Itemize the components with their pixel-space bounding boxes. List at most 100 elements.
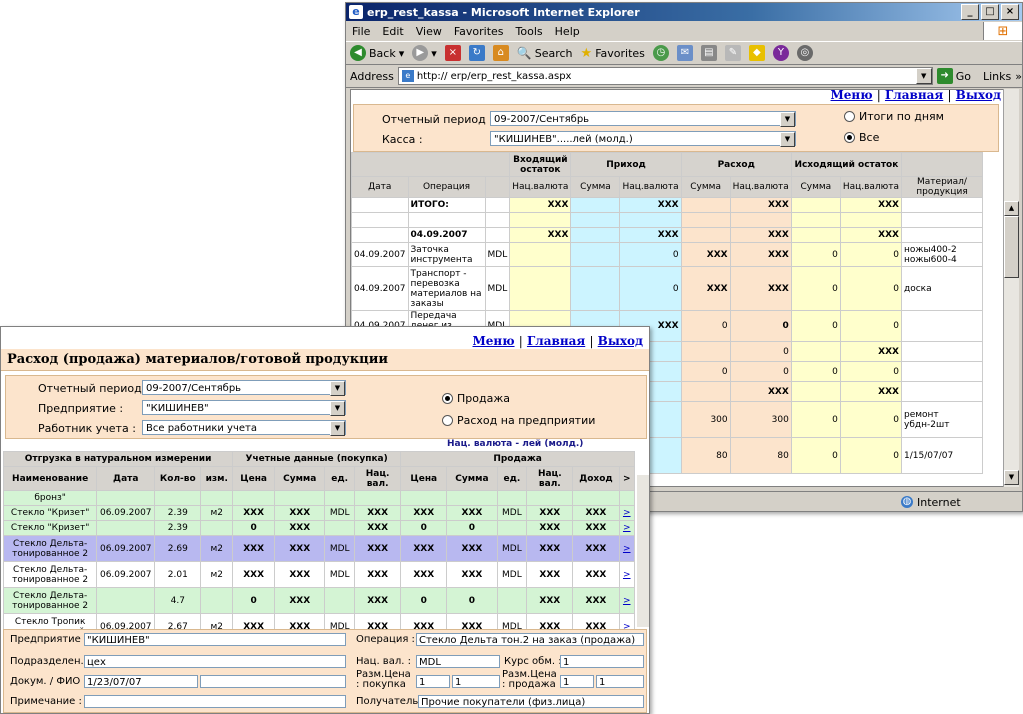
nat-cell: XXX — [354, 587, 402, 614]
sum-cell: XXX — [274, 535, 326, 562]
nav-main-link[interactable]: Главная — [527, 334, 585, 348]
detail-dim-buy-2[interactable]: 1 — [452, 675, 500, 688]
page-icon: e — [401, 70, 414, 82]
currency-cell — [496, 587, 528, 614]
refresh-icon[interactable]: ↻ — [468, 45, 485, 61]
column-header: ед. — [324, 466, 356, 491]
date-cell: 04.09.2007 — [351, 242, 409, 267]
date-cell: 04.09.2007 — [351, 266, 409, 311]
sales-vertical-scrollbar[interactable] — [637, 475, 649, 627]
row-link[interactable]: > — [618, 561, 635, 588]
research-icon[interactable]: ◎ — [796, 45, 813, 61]
menu-favorites[interactable]: Favorites — [454, 25, 504, 38]
row-link[interactable]: > — [618, 505, 635, 521]
worker-select[interactable]: Все работники учета ▼ — [142, 420, 346, 436]
menu-help[interactable]: Help — [555, 25, 580, 38]
nav-exit-link[interactable]: Выход — [956, 90, 1001, 102]
table-row[interactable]: Стекло "Кризет" 2.39 0 XXX XXX 0 0 XXX XXX > — [2, 520, 635, 536]
currency-cell: MDL — [324, 561, 356, 588]
edit-icon[interactable]: ✎ — [724, 45, 741, 61]
ie-vertical-scrollbar[interactable]: ▲ ▼ — [1003, 89, 1019, 487]
detail-operation-field[interactable]: Стекло Дельта тон.2 на заказ (продажа) — [416, 633, 644, 646]
closing-nat-cell: XXX — [839, 227, 903, 243]
nav-menu-link[interactable]: Меню — [831, 90, 873, 102]
maximize-button[interactable]: □ — [981, 4, 999, 20]
currency-cell: MDL — [324, 505, 356, 521]
expense-sum-cell: 0 — [680, 361, 731, 382]
kassa-select[interactable]: "КИШИНЕВ".....лей (молд.) ▼ — [490, 131, 796, 147]
table-row[interactable]: Стекло Дельта-тонированное 2 06.09.2007 2.… — [2, 535, 635, 562]
address-input[interactable]: e http:// erp/erp_rest_kassa.aspx ▼ — [397, 67, 933, 85]
scroll-thumb[interactable] — [1004, 216, 1019, 278]
enterprise-select[interactable]: "КИШИНЕВ" ▼ — [142, 400, 346, 416]
table-row[interactable]: 04.09.2007 Заточка инструмента MDL 0 XXX XXX 0… — [351, 242, 983, 267]
table-row[interactable]: 04.09.2007 XXX XXX XXX XXX — [351, 227, 983, 243]
links-button[interactable]: Links — [983, 70, 1011, 83]
currency-cell: MDL — [324, 535, 356, 562]
scroll-down-icon[interactable]: ▼ — [1004, 470, 1019, 485]
table-row[interactable]: бронз" — [2, 490, 635, 506]
back-arrow-icon: ◀ — [350, 45, 366, 61]
period-select[interactable]: 09-2007/Сентябрь ▼ — [490, 111, 796, 127]
print-icon[interactable]: ▤ — [700, 45, 717, 61]
detail-note-field[interactable] — [84, 695, 346, 708]
detail-currency-field[interactable]: MDL — [416, 655, 500, 668]
radio-all[interactable]: Все — [844, 131, 879, 144]
stop-icon[interactable]: × — [444, 45, 461, 61]
group-sale: Продажа — [400, 451, 635, 467]
detail-doc-field[interactable]: 1/23/07/07 — [84, 675, 198, 688]
table-row[interactable] — [351, 212, 983, 228]
search-button[interactable]: 🔍 Search — [517, 46, 573, 60]
discuss-icon[interactable]: ◆ — [748, 45, 765, 61]
table-row[interactable]: Стекло Дельта-тонированное 2 4.7 0 XXX XXX 0 0… — [2, 587, 635, 614]
scroll-up-icon[interactable]: ▲ — [1004, 201, 1019, 216]
detail-dim-sell-2[interactable]: 1 — [596, 675, 644, 688]
close-button[interactable]: × — [1001, 4, 1019, 20]
operation-cell: 04.09.2007 — [407, 227, 486, 243]
row-link[interactable]: > — [618, 587, 635, 614]
table-row[interactable]: ИТОГО: XXX XXX XXX XXX — [351, 197, 983, 213]
table-row[interactable]: Стекло Дельта-тонированное 2 06.09.2007 2.… — [2, 561, 635, 588]
table-row[interactable]: 04.09.2007 Транспорт - перевозка материал… — [351, 266, 983, 311]
minimize-button[interactable]: _ — [961, 4, 979, 20]
radio-days[interactable]: Итоги по дням — [844, 110, 944, 123]
favorites-button[interactable]: ★ Favorites — [581, 46, 645, 61]
col-closing-nat: Нац.валюта — [839, 176, 903, 198]
detail-receiver-field[interactable]: Прочие покупатели (физ.лица) — [418, 695, 644, 708]
row-link[interactable]: > — [618, 535, 635, 562]
back-button[interactable]: ◀ Back ▾ — [350, 45, 404, 61]
forward-button[interactable]: ▶ ▾ — [412, 45, 437, 61]
nav-main-link[interactable]: Главная — [885, 90, 943, 102]
detail-dept-field[interactable]: цех — [84, 655, 346, 668]
radio-consumption[interactable]: Расход на предприятии — [442, 414, 595, 427]
nav-menu-link[interactable]: Меню — [473, 334, 515, 348]
nat-cell: XXX — [526, 535, 574, 562]
home-icon[interactable]: ⌂ — [492, 45, 509, 61]
row-link[interactable]: > — [618, 520, 635, 536]
radio-icon — [442, 415, 453, 426]
currency-cell — [484, 212, 511, 228]
detail-dim-sell-1[interactable]: 1 — [560, 675, 594, 688]
links-more-icon[interactable]: » — [1015, 70, 1022, 83]
detail-dim-buy-1[interactable]: 1 — [416, 675, 450, 688]
messenger-icon[interactable]: Y — [772, 45, 789, 61]
detail-rate-field[interactable]: 1 — [560, 655, 644, 668]
detail-fio-field[interactable] — [200, 675, 346, 688]
address-dropdown-icon[interactable]: ▼ — [915, 68, 932, 84]
opening-nat-cell: XXX — [509, 197, 572, 213]
table-row[interactable]: Стекло "Кризет" 06.09.2007 2.39 м2 XXX XXX MDL… — [2, 505, 635, 521]
history-icon[interactable]: ◷ — [652, 45, 669, 61]
menu-edit[interactable]: Edit — [382, 25, 403, 38]
menu-tools[interactable]: Tools — [516, 25, 543, 38]
expense-nat-cell: XXX — [729, 197, 792, 213]
nav-exit-link[interactable]: Выход — [598, 334, 643, 348]
mail-icon[interactable]: ✉ — [676, 45, 693, 61]
go-button[interactable]: ➜ Go — [936, 68, 971, 84]
nat-cell: XXX — [354, 520, 402, 536]
radio-sale[interactable]: Продажа — [442, 392, 510, 405]
menu-file[interactable]: File — [352, 25, 370, 38]
detail-enterprise-field[interactable]: "КИШИНЕВ" — [84, 633, 346, 646]
period-select[interactable]: 09-2007/Сентябрь ▼ — [142, 380, 346, 396]
menu-view[interactable]: View — [416, 25, 442, 38]
name-cell: Стекло Дельта-тонированное 2 — [2, 587, 98, 614]
